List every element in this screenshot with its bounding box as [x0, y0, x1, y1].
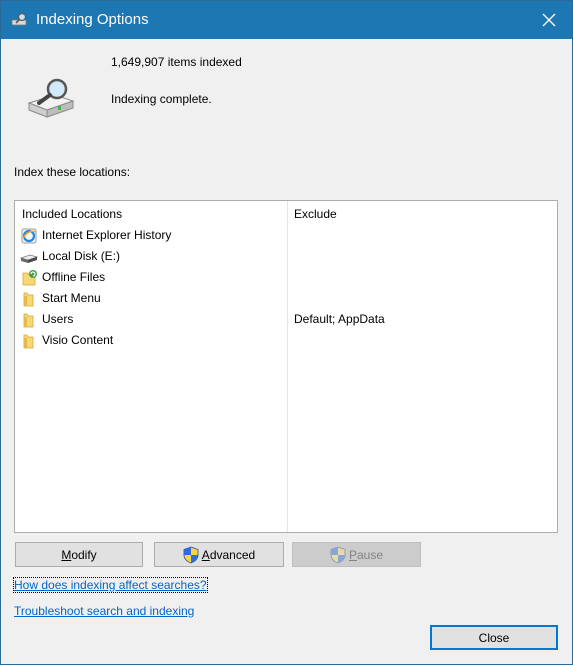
location-name: Users: [42, 312, 74, 326]
close-button[interactable]: Close: [430, 625, 558, 650]
window-title: Indexing Options: [36, 11, 149, 28]
index-locations-label: Index these locations:: [14, 165, 131, 179]
column-header-included-locations[interactable]: Included Locations: [22, 207, 122, 221]
ie-history-icon: [21, 228, 37, 244]
indexing-drive-magnifier-icon: [27, 78, 75, 118]
how-indexing-affects-searches-link[interactable]: How does indexing affect searches?: [13, 577, 208, 593]
modify-button[interactable]: Modify: [15, 542, 143, 567]
list-item[interactable]: Internet Explorer History: [15, 226, 557, 247]
list-item[interactable]: Visio Content: [15, 331, 557, 352]
pause-button-label: Pause: [348, 547, 384, 562]
advanced-button[interactable]: Advanced: [154, 542, 284, 567]
location-name: Start Menu: [42, 291, 101, 305]
local-disk-icon: [20, 254, 38, 263]
indexing-app-icon: [11, 12, 27, 26]
uac-shield-icon: [330, 546, 346, 563]
modify-button-label: Modify: [61, 547, 97, 562]
advanced-button-label: Advanced: [201, 547, 256, 562]
close-icon: [542, 13, 556, 27]
folder-icon: [23, 334, 34, 349]
title-bar[interactable]: Indexing Options: [1, 1, 572, 39]
troubleshoot-search-link[interactable]: Troubleshoot search and indexing: [14, 604, 194, 618]
location-name: Visio Content: [42, 333, 114, 347]
window-close-button[interactable]: [526, 1, 572, 39]
folder-icon: [23, 292, 34, 307]
folder-icon: [23, 313, 34, 328]
list-item[interactable]: Start Menu: [15, 289, 557, 310]
location-name: Local Disk (E:): [42, 249, 121, 263]
list-item[interactable]: Offline Files: [15, 268, 557, 289]
list-item[interactable]: Users Default; AppData: [15, 310, 557, 331]
column-header-exclude[interactable]: Exclude: [294, 207, 337, 221]
indexing-status: Indexing complete.: [111, 92, 212, 106]
items-indexed-count: 1,649,907 items indexed: [111, 55, 242, 69]
indexing-options-window: Indexing Options 1,649,907 items indexed…: [0, 0, 573, 665]
pause-button[interactable]: Pause: [292, 542, 421, 567]
offline-files-folder-icon: [22, 270, 37, 286]
list-item[interactable]: Local Disk (E:): [15, 247, 557, 268]
indexed-locations-list[interactable]: Included Locations Exclude Internet Expl…: [14, 200, 558, 533]
exclude-value: Default; AppData: [294, 312, 385, 326]
uac-shield-icon: [183, 546, 199, 563]
location-name: Offline Files: [42, 270, 106, 284]
close-button-label: Close: [478, 630, 510, 645]
location-name: Internet Explorer History: [42, 228, 172, 242]
